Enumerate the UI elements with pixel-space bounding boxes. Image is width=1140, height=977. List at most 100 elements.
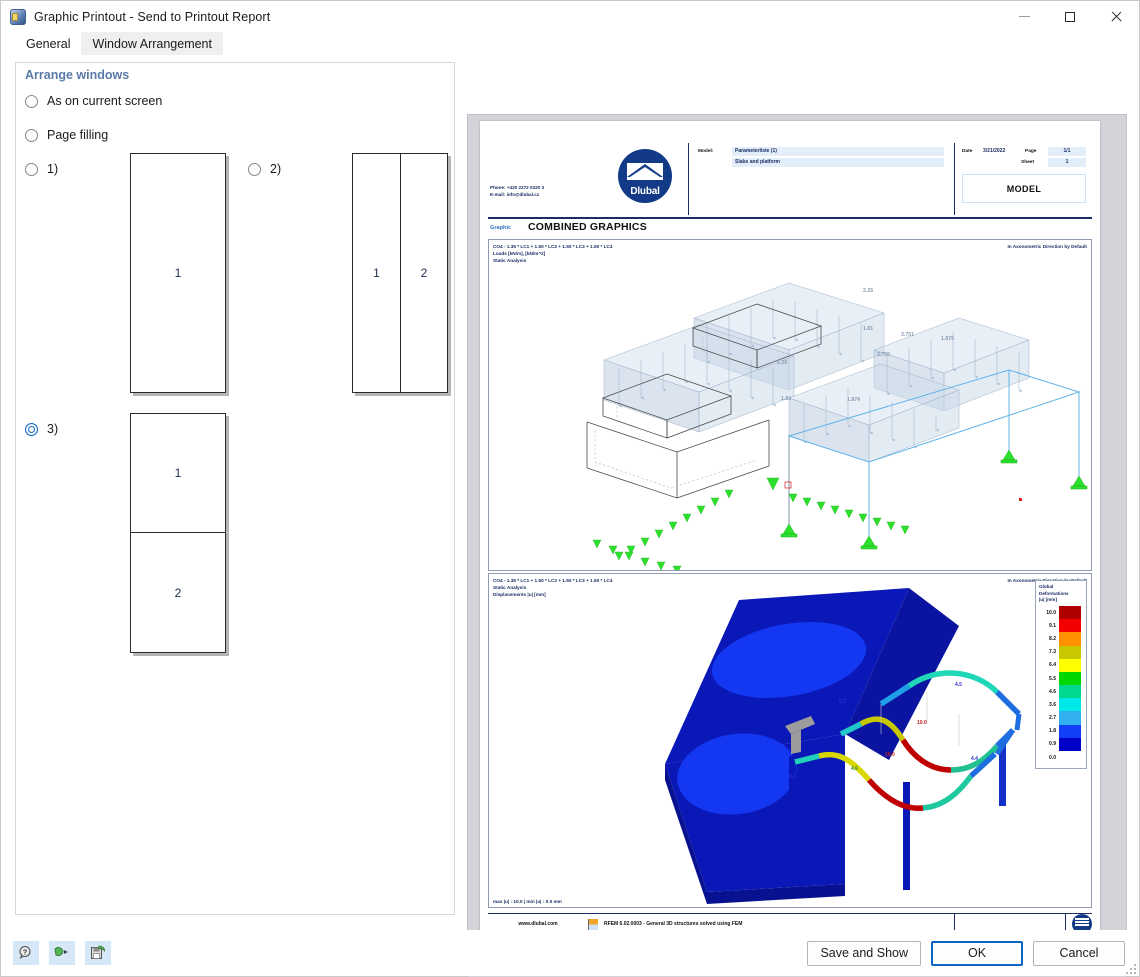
save-settings-icon[interactable] (85, 941, 111, 965)
load-value: 1.874 (847, 397, 860, 403)
load-value: 2.25 (863, 288, 874, 294)
section-title: COMBINED GRAPHICS (528, 221, 647, 233)
layout-cell: 2 (420, 266, 428, 280)
graphic-printout-dialog: Graphic Printout - Send to Printout Repo… (0, 0, 1140, 977)
printout-icon (10, 8, 26, 25)
date-value: 3/21/2022 (983, 148, 1006, 155)
deformation-legend: Global Deformations |u| [mm] 10.0 9.1 8.… (1035, 580, 1087, 770)
radio-indicator (25, 162, 38, 176)
deformation-value: 10.0 (917, 720, 927, 726)
legend-title: Global Deformations |u| [mm] (1039, 584, 1069, 603)
load-value: 1.81 (863, 326, 874, 332)
radio-indicator (25, 128, 38, 142)
cancel-button[interactable]: Cancel (1033, 940, 1125, 966)
legend-row: 7.3 (1039, 645, 1083, 659)
model-name-field: Parameterliste (1) (732, 147, 944, 156)
model-label: Model: (698, 149, 714, 154)
legend-swatch (1059, 632, 1081, 646)
model-subtitle-field: Slabs and platform (732, 158, 944, 167)
radio-layout-2[interactable]: 2) (248, 162, 281, 176)
tab-general[interactable]: General (15, 32, 82, 55)
radio-layout-1[interactable]: 1) (25, 162, 58, 176)
legend-swatch (1059, 619, 1081, 633)
ok-button[interactable]: OK (931, 940, 1023, 966)
arrange-windows-panel: Arrange windows As on current screen Pag… (15, 62, 455, 915)
loads-3d-view (586, 282, 1088, 570)
tab-strip: General Window Arrangement (1, 32, 1139, 55)
dialog-button-bar: ? Save and Show OK Cancel (1, 930, 1139, 976)
preview-page: Phone: +420 2272 0320 3 E-mail: info@dlu… (480, 121, 1100, 973)
deformation-value: 10.0 (885, 752, 895, 758)
export-glyph (54, 947, 68, 957)
legend-swatch (1059, 724, 1081, 738)
legend-row: 4.6 (1039, 685, 1083, 699)
legend-row: 6.4 (1039, 658, 1083, 672)
radio-indicator (25, 422, 38, 436)
legend-swatch (1059, 685, 1081, 699)
legend-swatch (1059, 671, 1081, 686)
deformation-3d-view (665, 588, 1022, 904)
header-divider (688, 143, 689, 215)
layout-3-thumbnail[interactable]: 1 2 (130, 413, 226, 653)
legend-value: 9.1 (1049, 622, 1056, 629)
radio-label: 1) (47, 162, 59, 176)
save-glyph (91, 945, 105, 959)
footer-description: RFEM 6.02.0003 - General 3D structures s… (604, 921, 743, 927)
graphic-deformations[interactable]: CO4 - 1.35 * LC1 + 1.50 * LC2 + 1.50 * L… (488, 573, 1092, 908)
email-text: E-mail: info@dlubal.cz (490, 191, 540, 197)
help-icon[interactable]: ? (13, 941, 39, 965)
load-value: 2.25 (777, 360, 788, 366)
save-and-show-button[interactable]: Save and Show (807, 940, 921, 966)
radio-label: 2) (270, 162, 282, 176)
legend-value: 2.7 (1049, 715, 1056, 722)
legend-value: 0.9 (1049, 741, 1056, 748)
resize-grip[interactable] (1125, 963, 1137, 975)
deformation-value: 0.3 (789, 774, 796, 780)
dialog-content: Arrange windows As on current screen Pag… (1, 55, 1139, 977)
legend-value: 6.4 (1049, 662, 1056, 669)
legend-value: 10.0 (1046, 609, 1056, 616)
svg-text:?: ? (23, 949, 27, 956)
page-value: 1/1 (1048, 147, 1086, 156)
legend-swatch (1059, 737, 1081, 752)
radio-page-filling[interactable]: Page filling (25, 128, 108, 142)
deformation-value: 4.4 (971, 756, 978, 762)
dialog-actions: Save and Show OK Cancel (807, 940, 1125, 966)
legend-row: 10.0 (1039, 605, 1083, 620)
contact-info: Phone: +420 2272 0320 3 E-mail: info@dlu… (490, 185, 544, 198)
window-controls (1001, 1, 1139, 32)
logo-triangle-inner (629, 167, 660, 177)
layout-2-thumbnail[interactable]: 1 2 (352, 153, 448, 393)
layout-1-thumbnail[interactable]: 1 (130, 153, 226, 393)
radio-label: 3) (47, 422, 59, 436)
minimize-button[interactable] (1001, 1, 1047, 32)
page-label: Page (1025, 149, 1037, 154)
header-divider (954, 143, 955, 215)
window-title: Graphic Printout - Send to Printout Repo… (34, 9, 271, 24)
radio-layout-3[interactable]: 3) (25, 422, 58, 436)
help-glyph: ? (19, 945, 31, 959)
maximize-icon (1065, 11, 1075, 22)
layout-cell: 2 (174, 585, 182, 600)
legend-value: 8.2 (1049, 635, 1056, 642)
tab-window-arrangement[interactable]: Window Arrangement (81, 32, 223, 55)
graphic2-bottom-label: max |u| : 10.0 | min |u| : 0.0 mm (493, 899, 562, 904)
printout-preview-pane[interactable]: Phone: +420 2272 0320 3 E-mail: info@dlu… (467, 114, 1127, 977)
minimize-icon (1018, 16, 1030, 17)
legend-value: 0.0 (1049, 754, 1056, 761)
graphic-loads[interactable]: CO4 - 1.35 * LC1 + 1.50 * LC2 + 1.50 * L… (488, 239, 1092, 571)
legend-row: 3.6 (1039, 698, 1083, 712)
legend-row: 8.2 (1039, 632, 1083, 646)
export-icon[interactable] (49, 941, 75, 965)
load-value: 1.81 (781, 396, 792, 402)
maximize-button[interactable] (1047, 1, 1093, 32)
legend-row: 5.5 (1039, 671, 1083, 686)
close-button[interactable] (1093, 1, 1139, 32)
radio-as-on-current-screen[interactable]: As on current screen (25, 94, 162, 108)
load-value: 3.750 (877, 352, 890, 358)
deformation-value: 0.7 (839, 699, 846, 705)
layout-cell: 1 (174, 266, 182, 280)
legend-swatch (1059, 645, 1081, 659)
dlubal-logo: Dlubal (618, 149, 672, 203)
phone-text: Phone: +420 2272 0320 3 (490, 185, 545, 190)
